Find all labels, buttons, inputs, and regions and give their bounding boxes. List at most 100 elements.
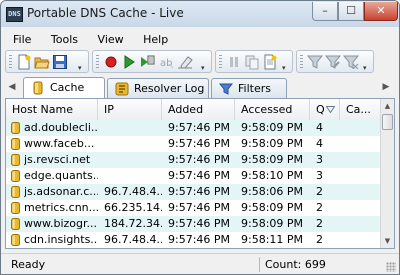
cell-added: 9:57:46 PM bbox=[168, 185, 231, 198]
table-row[interactable]: ad.doublecli... 9:57:46 PM 9:58:09 PM 4 bbox=[6, 120, 380, 136]
column-header-host-name[interactable]: Host Name bbox=[6, 99, 98, 120]
cache-entry-icon bbox=[11, 122, 20, 134]
toolbar-capture-group: ab ▾ bbox=[92, 50, 212, 73]
chevron-down-icon[interactable]: ▾ bbox=[363, 65, 369, 72]
scroll-thumb[interactable] bbox=[382, 114, 393, 130]
resize-grip-icon[interactable] bbox=[386, 262, 396, 272]
eraser-icon[interactable] bbox=[177, 54, 193, 70]
table-row[interactable]: cdn.insights.... 96.7.48.4... 9:57:46 PM 9:… bbox=[6, 232, 380, 248]
table-row[interactable]: www.faceb... 9:57:46 PM 9:58:09 PM 4 bbox=[6, 136, 380, 152]
cell-ip bbox=[104, 152, 162, 168]
table-row[interactable]: metrics.cnn.... 66.235.14... 9:57:46 PM 9:5… bbox=[6, 200, 380, 216]
cell-accessed: 9:58:09 PM bbox=[241, 137, 304, 150]
table-row[interactable]: www.bizogr... 184.72.34... 9:57:46 PM 9:58:… bbox=[6, 216, 380, 232]
copy-icon[interactable] bbox=[244, 54, 260, 70]
cell-q: 4 bbox=[316, 121, 323, 134]
scroll-down-icon[interactable]: ▼ bbox=[381, 234, 394, 248]
open-icon[interactable] bbox=[34, 54, 50, 70]
cell-q: 2 bbox=[316, 233, 323, 246]
step-icon[interactable] bbox=[139, 54, 155, 70]
table-header: Host Name IP Added Accessed Q Ca... bbox=[6, 99, 380, 121]
cell-accessed: 9:58:09 PM bbox=[241, 121, 304, 134]
menu-file[interactable]: File bbox=[5, 31, 39, 49]
filter-icon[interactable] bbox=[307, 54, 323, 70]
cell-accessed: 9:58:09 PM bbox=[241, 201, 304, 214]
app-window: DNS Portable DNS Cache - Live – ☐ ✕ File… bbox=[0, 0, 400, 275]
cache-entry-icon bbox=[11, 202, 20, 214]
cache-entry-icon bbox=[11, 186, 20, 198]
table-row[interactable]: edge.quants... 9:57:46 PM 9:58:10 PM 3 bbox=[6, 168, 380, 184]
pause-icon[interactable] bbox=[226, 54, 242, 70]
play-icon[interactable] bbox=[121, 54, 137, 70]
new-icon[interactable] bbox=[16, 54, 32, 70]
tab-filters[interactable]: Filters bbox=[211, 78, 287, 98]
menu-view[interactable]: View bbox=[90, 31, 132, 49]
minimize-button[interactable]: – bbox=[312, 2, 338, 21]
menu-tools[interactable]: Tools bbox=[43, 31, 86, 49]
toolbar-grip[interactable] bbox=[300, 55, 303, 69]
clear-icon[interactable]: ab bbox=[159, 54, 175, 70]
sort-descending-icon bbox=[326, 106, 335, 113]
table-row[interactable]: js.revsci.net 9:57:46 PM 9:58:09 PM 3 bbox=[6, 152, 380, 168]
status-count: Count: 699 bbox=[265, 258, 326, 271]
column-header-accessed[interactable]: Accessed bbox=[235, 99, 310, 120]
toolbar-grip[interactable] bbox=[96, 55, 99, 69]
window-title: Portable DNS Cache - Live bbox=[27, 6, 184, 20]
cell-host: cdn.insights.... bbox=[24, 233, 98, 246]
cell-ip: 66.235.14... bbox=[104, 201, 162, 214]
chevron-down-icon[interactable]: ▾ bbox=[78, 65, 84, 72]
maximize-button[interactable]: ☐ bbox=[338, 2, 364, 21]
cell-added: 9:57:46 PM bbox=[168, 137, 231, 150]
cell-accessed: 9:58:06 PM bbox=[241, 185, 304, 198]
tab-resolver-log[interactable]: Resolver Log bbox=[107, 78, 209, 98]
cell-host: edge.quants... bbox=[24, 169, 98, 182]
toolbar: ▾ ab ▾ ▾ ▾ bbox=[5, 50, 397, 74]
toolbar-filter-group: ▾ bbox=[296, 50, 374, 73]
cell-q: 3 bbox=[316, 153, 323, 166]
toolbar-grip[interactable] bbox=[9, 55, 12, 69]
title-bar[interactable]: DNS Portable DNS Cache - Live – ☐ ✕ bbox=[1, 1, 399, 27]
vertical-scrollbar[interactable]: ▲ ▼ bbox=[380, 99, 394, 248]
document-icon[interactable] bbox=[262, 54, 278, 70]
tab-scroll-right-icon[interactable]: ▶ bbox=[381, 80, 391, 94]
tab-label: Cache bbox=[50, 81, 85, 94]
cache-table: Host Name IP Added Accessed Q Ca... ad.d… bbox=[5, 98, 395, 249]
filter-clear-icon[interactable] bbox=[343, 54, 359, 70]
column-header-ca[interactable]: Ca... bbox=[340, 99, 380, 120]
cache-icon bbox=[33, 81, 43, 95]
chevron-down-icon[interactable]: ▾ bbox=[282, 65, 288, 72]
table-row[interactable]: js.adsonar.c... 96.7.48.4... 9:57:46 PM 9:5… bbox=[6, 184, 380, 200]
cell-added: 9:57:46 PM bbox=[168, 169, 231, 182]
cell-ip: 184.72.34... bbox=[104, 217, 162, 230]
cell-host: www.bizogr... bbox=[24, 217, 98, 230]
app-icon: DNS bbox=[6, 7, 23, 22]
scroll-up-icon[interactable]: ▲ bbox=[381, 99, 394, 113]
save-icon[interactable] bbox=[52, 54, 68, 70]
cache-entry-icon bbox=[11, 154, 20, 166]
column-header-ip[interactable]: IP bbox=[98, 99, 162, 120]
column-label: Q bbox=[316, 103, 325, 116]
cell-q: 2 bbox=[316, 185, 323, 198]
tab-cache[interactable]: Cache bbox=[23, 77, 105, 99]
cell-host: js.adsonar.c... bbox=[24, 185, 98, 198]
filter-edit-icon[interactable] bbox=[325, 54, 341, 70]
column-header-q[interactable]: Q bbox=[310, 99, 340, 120]
cell-accessed: 9:58:09 PM bbox=[241, 153, 304, 166]
cell-host: js.revsci.net bbox=[24, 153, 91, 166]
chevron-down-icon[interactable]: ▾ bbox=[201, 65, 207, 72]
column-header-added[interactable]: Added bbox=[162, 99, 235, 120]
status-bar: Ready Count: 699 bbox=[1, 253, 399, 274]
cell-ip bbox=[104, 168, 162, 184]
record-icon[interactable] bbox=[103, 54, 119, 70]
close-button[interactable]: ✕ bbox=[364, 2, 398, 21]
tab-scroll-left-icon[interactable]: ◀ bbox=[7, 80, 17, 94]
menu-bar: File Tools View Help bbox=[5, 31, 176, 49]
toolbar-grip[interactable] bbox=[219, 55, 222, 69]
cell-host: www.faceb... bbox=[24, 137, 95, 150]
cell-q: 2 bbox=[316, 201, 323, 214]
svg-text:ab: ab bbox=[160, 58, 172, 69]
cell-host: metrics.cnn.... bbox=[24, 201, 98, 214]
menu-help[interactable]: Help bbox=[135, 31, 176, 49]
cell-added: 9:57:46 PM bbox=[168, 153, 231, 166]
cell-ip bbox=[104, 136, 162, 152]
